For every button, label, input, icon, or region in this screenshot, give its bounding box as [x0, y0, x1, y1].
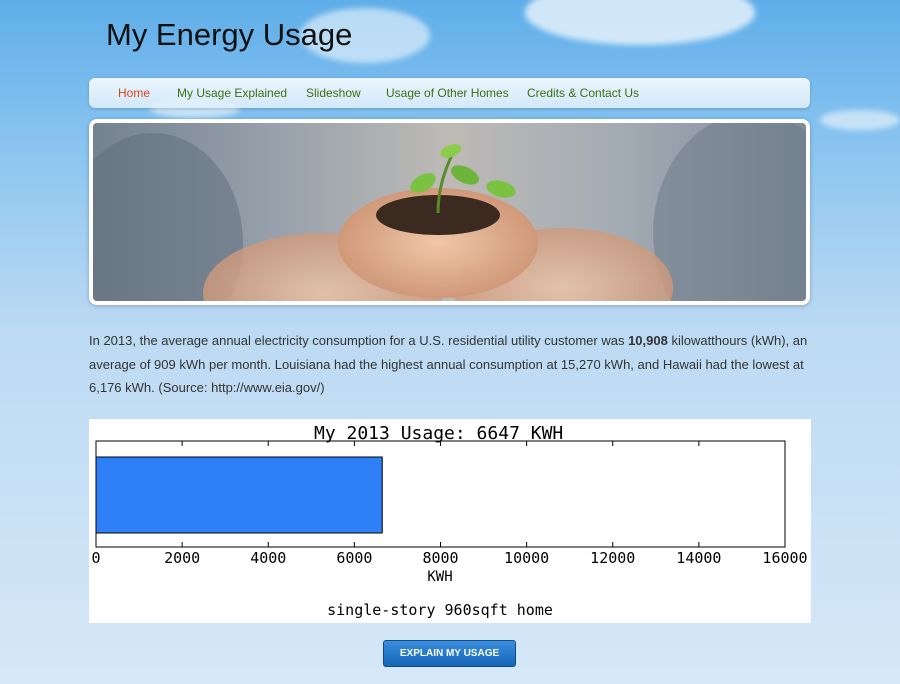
x-tick-label: 4000 [250, 549, 286, 567]
x-tick-label: 8000 [422, 549, 458, 567]
usage-bar [95, 456, 383, 534]
explain-usage-button[interactable]: EXPLAIN MY USAGE [383, 640, 516, 667]
intro-paragraph: In 2013, the average annual electricity … [89, 329, 811, 400]
x-tick-label: 12000 [590, 549, 635, 567]
nav-home-link[interactable]: Home [118, 86, 150, 100]
nav-credits-contact-link[interactable]: Credits & Contact Us [527, 86, 639, 100]
x-tick-label: 14000 [676, 549, 721, 567]
hero-image [93, 123, 806, 301]
site-title: My Energy Usage [106, 17, 353, 52]
x-tick-label: 2000 [164, 549, 200, 567]
average-consumption-value: 10,908 [628, 333, 668, 348]
nav-usage-explained-link[interactable]: My Usage Explained [177, 86, 287, 100]
nav-slideshow-link[interactable]: Slideshow [306, 86, 361, 100]
x-tick-label: 10000 [504, 549, 549, 567]
intro-text-before: In 2013, the average annual electricity … [89, 333, 629, 348]
nav-other-homes-link[interactable]: Usage of Other Homes [386, 86, 509, 100]
hero-banner [89, 119, 810, 305]
usage-chart-svg: My 2013 Usage: 6647 KWH 0 2000 4000 6000 800… [91, 423, 807, 619]
usage-chart: My 2013 Usage: 6647 KWH 0 2000 4000 6000 800… [89, 419, 811, 623]
x-axis-label: KWH [427, 569, 452, 585]
main-nav: Home My Usage Explained Slideshow Usage … [89, 78, 810, 108]
x-tick-label: 6000 [336, 549, 372, 567]
x-tick-label: 0 [91, 549, 100, 567]
chart-caption: single-story 960sqft home [327, 601, 553, 619]
x-tick-label: 16000 [762, 549, 807, 567]
